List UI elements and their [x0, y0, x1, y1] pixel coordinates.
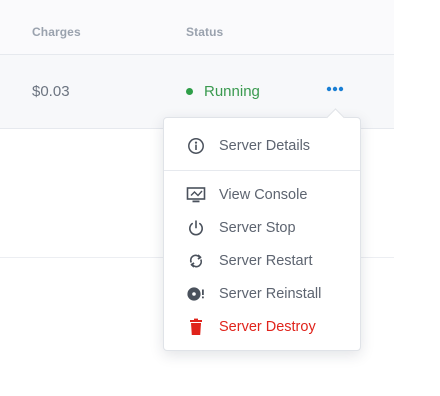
info-icon: [186, 136, 206, 156]
status-cell: Running: [186, 83, 260, 100]
more-dots-icon: [326, 86, 344, 92]
menu-item-label: Server Destroy: [219, 319, 316, 335]
menu-item-label: Server Stop: [219, 220, 296, 236]
restart-icon: [186, 251, 206, 271]
menu-item-label: Server Restart: [219, 253, 313, 269]
column-header-charges[interactable]: Charges: [32, 25, 81, 39]
power-icon: [186, 218, 206, 238]
console-icon: [186, 185, 206, 205]
more-actions-button[interactable]: [322, 79, 348, 99]
menu-item-view-console[interactable]: View Console: [164, 180, 360, 210]
menu-item-server-stop[interactable]: Server Stop: [164, 213, 360, 243]
menu-item-server-details[interactable]: Server Details: [164, 131, 360, 161]
menu-item-label: Server Details: [219, 138, 311, 154]
table-header: Charges Status: [0, 0, 394, 55]
menu-item-label: Server Reinstall: [219, 286, 322, 302]
menu-divider: [164, 170, 360, 171]
page: Charges Status $0.03 Running Server Deta…: [0, 0, 440, 396]
server-actions-menu: Server Details View Console Server Stop: [163, 108, 361, 351]
menu-item-server-restart[interactable]: Server Restart: [164, 246, 360, 276]
status-text: Running: [204, 83, 260, 100]
menu-item-server-destroy[interactable]: Server Destroy: [164, 312, 360, 342]
menu-item-label: View Console: [219, 187, 308, 203]
charges-cell: $0.03: [32, 83, 70, 100]
reinstall-icon: [186, 284, 206, 304]
menu-item-server-reinstall[interactable]: Server Reinstall: [164, 279, 360, 309]
status-dot-icon: [186, 88, 193, 95]
column-header-status[interactable]: Status: [186, 25, 223, 39]
trash-icon: [186, 317, 206, 337]
